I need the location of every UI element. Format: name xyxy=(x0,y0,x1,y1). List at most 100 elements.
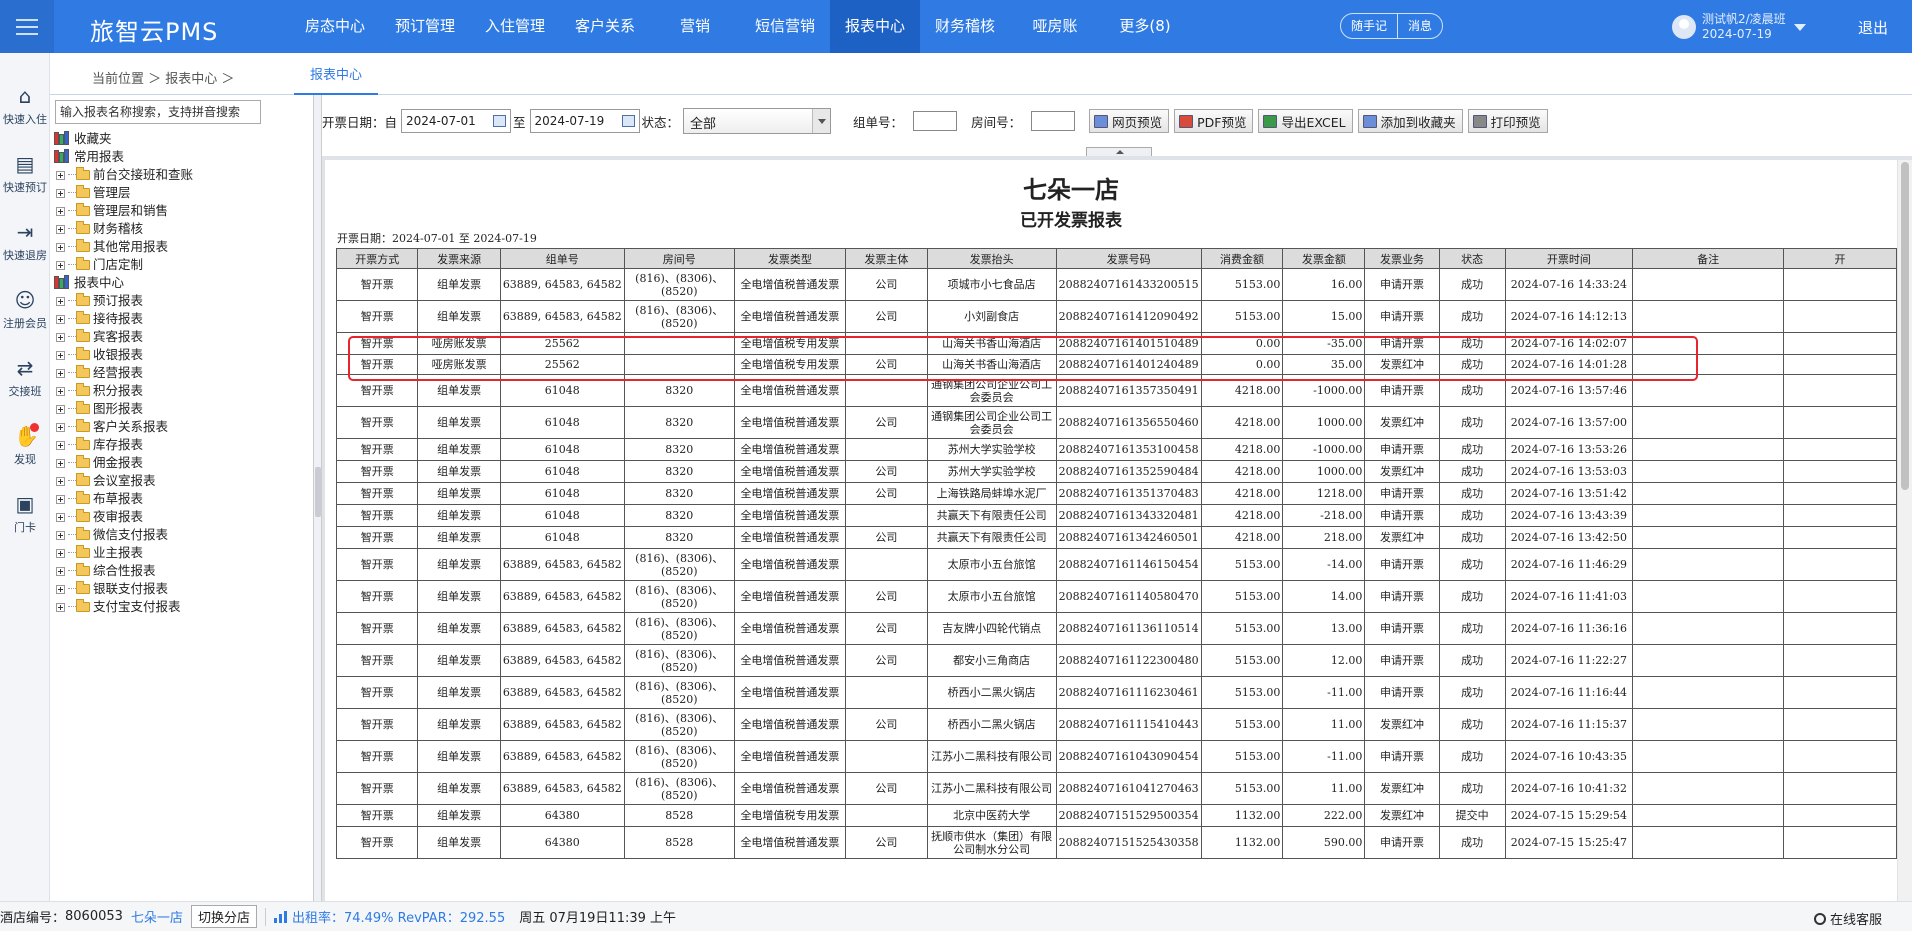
expand-icon[interactable] xyxy=(56,369,65,378)
expand-icon[interactable] xyxy=(56,441,65,450)
nav-item-2[interactable]: 入住管理 xyxy=(470,0,560,53)
print-preview-button[interactable]: 打印预览 xyxy=(1467,109,1548,133)
quick-item-6[interactable]: ▣ 门卡 xyxy=(0,493,50,535)
expand-icon[interactable] xyxy=(56,549,65,558)
tree-item[interactable]: 接待报表 xyxy=(56,310,143,328)
tree-item[interactable]: 会议室报表 xyxy=(56,472,156,490)
tree-item[interactable]: 支付宝支付报表 xyxy=(56,598,181,616)
tree-item[interactable]: 业主报表 xyxy=(56,544,143,562)
expand-icon[interactable] xyxy=(56,459,65,468)
room-no-input[interactable] xyxy=(1031,111,1076,131)
nav-item-4[interactable]: 营销 xyxy=(650,0,740,53)
quick-item-0[interactable]: ⌂ 快速入住 xyxy=(0,85,50,127)
scroll-thumb[interactable] xyxy=(1901,162,1909,490)
message-button[interactable]: 消息 xyxy=(1397,14,1442,38)
tree-item[interactable]: 夜审报表 xyxy=(56,508,143,526)
expand-icon[interactable] xyxy=(56,405,65,414)
nav-item-0[interactable]: 房态中心 xyxy=(290,0,380,53)
tree-item[interactable]: 微信支付报表 xyxy=(56,526,168,544)
tree-item[interactable]: 财务稽核 xyxy=(56,220,143,238)
quick-item-3[interactable]: ☺ 注册会员 xyxy=(0,289,50,331)
tree-favorites[interactable]: 收藏夹 xyxy=(54,130,112,148)
tree-common-reports[interactable]: 常用报表 xyxy=(54,148,124,166)
switch-store-button[interactable]: 切换分店 xyxy=(190,905,257,928)
nav-item-1[interactable]: 预订管理 xyxy=(380,0,470,53)
expand-icon[interactable] xyxy=(56,585,65,594)
tree-item[interactable]: 积分报表 xyxy=(56,382,143,400)
tree-item[interactable]: 前台交接班和查账 xyxy=(56,166,193,184)
tree-item[interactable]: 佣金报表 xyxy=(56,454,143,472)
headset-icon xyxy=(1813,913,1826,925)
tree-item[interactable]: 管理层和销售 xyxy=(56,202,168,220)
expand-icon[interactable] xyxy=(56,495,65,504)
expand-icon[interactable] xyxy=(56,531,65,540)
quick-note-button[interactable]: 随手记 xyxy=(1341,14,1397,38)
table-cell: 申请开票 xyxy=(1364,740,1440,773)
expand-icon[interactable] xyxy=(56,387,65,396)
tree-item[interactable]: 预订报表 xyxy=(56,292,143,310)
expand-icon[interactable] xyxy=(56,333,65,342)
export-excel-button[interactable]: 导出EXCEL xyxy=(1258,109,1353,133)
table-cell: 组单发票 xyxy=(417,268,501,301)
report-scrollbar[interactable] xyxy=(1898,160,1912,901)
end-date-input[interactable]: 2024-07-19 xyxy=(529,109,640,133)
expand-icon[interactable] xyxy=(56,243,65,252)
quick-item-5[interactable]: ✋ 发现 xyxy=(0,423,50,467)
tree-item[interactable]: 客户关系报表 xyxy=(56,418,168,436)
expand-icon[interactable] xyxy=(56,171,65,180)
tree-report-center[interactable]: 报表中心 xyxy=(54,274,124,292)
quick-item-2[interactable]: ⇥ 快速退房 xyxy=(0,221,50,263)
tree-item[interactable]: 布草报表 xyxy=(56,490,143,508)
tree-item[interactable]: 银联支付报表 xyxy=(56,580,168,598)
expand-icon[interactable] xyxy=(56,351,65,360)
tree-item[interactable]: 宾客报表 xyxy=(56,328,143,346)
quick-item-4[interactable]: ⇄ 交接班 xyxy=(0,357,50,399)
chart-icon xyxy=(273,910,288,923)
user-menu[interactable]: 测试帆2/凌晨班 2024-07-19 xyxy=(1672,10,1806,44)
table-cell: 成功 xyxy=(1438,580,1506,613)
expand-icon[interactable] xyxy=(56,567,65,576)
expand-icon[interactable] xyxy=(56,315,65,324)
tree-item[interactable]: 门店定制 xyxy=(56,256,143,274)
report-search-input[interactable] xyxy=(55,100,261,124)
nav-item-3[interactable]: 客户关系 xyxy=(560,0,650,53)
status-select[interactable]: 全部 xyxy=(683,108,832,134)
tree-item[interactable]: 管理层 xyxy=(56,184,131,202)
logout-button[interactable]: 退出 xyxy=(1858,17,1888,38)
tree-label: 综合性报表 xyxy=(93,563,156,578)
add-favorite-button[interactable]: 添加到收藏夹 xyxy=(1357,109,1463,133)
tree-item[interactable]: 库存报表 xyxy=(56,436,143,454)
calendar-icon[interactable] xyxy=(493,115,507,127)
nav-item-8[interactable]: 哑房账 xyxy=(1010,0,1100,53)
tree-item[interactable]: 收银报表 xyxy=(56,346,143,364)
nav-item-7[interactable]: 财务稽核 xyxy=(920,0,1010,53)
tree-item[interactable]: 综合性报表 xyxy=(56,562,156,580)
table-cell: 13.00 xyxy=(1282,612,1366,645)
expand-icon[interactable] xyxy=(56,297,65,306)
panel-splitter[interactable] xyxy=(314,95,322,901)
expand-icon[interactable] xyxy=(56,423,65,432)
collapse-handle[interactable] xyxy=(315,467,321,517)
expand-icon[interactable] xyxy=(56,225,65,234)
online-service-button[interactable]: 在线客服 xyxy=(1813,909,1882,928)
expand-icon[interactable] xyxy=(56,603,65,612)
expand-icon[interactable] xyxy=(56,261,65,270)
expand-icon[interactable] xyxy=(56,189,65,198)
tree-item[interactable]: 经营报表 xyxy=(56,364,143,382)
nav-item-9[interactable]: 更多(8) xyxy=(1100,0,1190,53)
web-preview-button[interactable]: 网页预览 xyxy=(1089,109,1170,133)
nav-item-6[interactable]: 报表中心 xyxy=(830,0,920,53)
expand-icon[interactable] xyxy=(56,513,65,522)
expand-icon[interactable] xyxy=(56,477,65,486)
tree-item[interactable]: 其他常用报表 xyxy=(56,238,168,256)
quick-item-1[interactable]: ▤ 快速预订 xyxy=(0,153,50,195)
tree-item[interactable]: 图形报表 xyxy=(56,400,143,418)
tab-report-center[interactable]: 报表中心 xyxy=(294,53,379,95)
expand-icon[interactable] xyxy=(56,207,65,216)
group-no-input[interactable] xyxy=(913,111,958,131)
pdf-preview-button[interactable]: PDF预览 xyxy=(1174,109,1254,133)
calendar-icon[interactable] xyxy=(621,115,635,127)
nav-item-5[interactable]: 短信营销 xyxy=(740,0,830,53)
start-date-input[interactable]: 2024-07-01 xyxy=(401,109,512,133)
menu-toggle-button[interactable] xyxy=(0,0,54,53)
